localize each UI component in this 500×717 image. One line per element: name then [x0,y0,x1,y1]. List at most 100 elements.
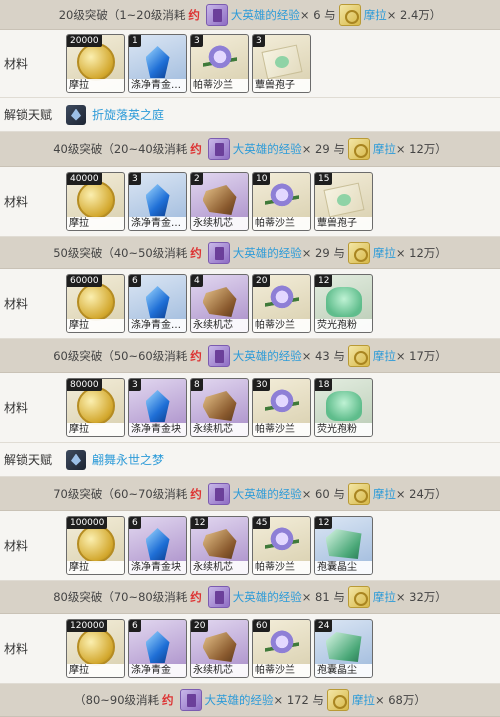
item-name: 帕蒂沙兰 [191,79,248,92]
mora-coin-icon [76,525,115,563]
item-quantity: 20000 [67,35,102,47]
material-list: 80000 摩拉 3 涤净青金块 8 永续机芯 30 帕蒂沙兰 18 荧光孢粉 [66,378,373,437]
material-item-flower[interactable]: 45 帕蒂沙兰 [252,516,311,575]
exp-count: × 29 与 [301,245,345,260]
material-item-crystal[interactable]: 3 涤净青金… [128,172,187,231]
exp-item-link[interactable]: 大英雄的经验 [233,486,302,502]
item-name: 摩拉 [67,561,124,574]
mora-icon [347,344,370,367]
material-item-mech-chip[interactable]: 20 永续机芯 [190,619,249,678]
talent-link[interactable]: 折旋落英之庭 [92,106,164,123]
material-item-flower[interactable]: 10 帕蒂沙兰 [252,172,311,231]
material-item-spore[interactable]: 15 蕈兽孢子 [314,172,373,231]
material-item-mora[interactable]: 100000 摩拉 [66,516,125,575]
materials-label: 材料 [4,297,29,311]
item-quantity: 12 [191,517,209,529]
mora-coin-icon [76,181,115,219]
header-prefix: 60级突破（50~60级消耗 [53,348,188,363]
item-quantity: 18 [315,379,333,391]
material-item-crystal[interactable]: 1 涤净青金… [128,34,187,93]
material-item-mora[interactable]: 80000 摩拉 [66,378,125,437]
mora-coin-icon [76,628,115,666]
material-item-mora[interactable]: 120000 摩拉 [66,619,125,678]
material-item-crystal[interactable]: 6 涤净青金块 [128,516,187,575]
material-item-mech-chip[interactable]: 2 永续机芯 [190,172,249,231]
mora-link[interactable]: 摩拉 [373,141,396,157]
mora-link[interactable]: 摩拉 [373,245,396,261]
materials-row-40: 材料 40000 摩拉 3 涤净青金… 2 永续机芯 10 帕蒂沙兰 15 蕈兽孢子 [0,167,500,237]
material-item-crystal[interactable]: 6 涤净青金 [128,619,187,678]
exp-item-link[interactable]: 大英雄的经验 [233,245,302,261]
material-item-mech-chip[interactable]: 4 永续机芯 [190,274,249,333]
crystal-dust-icon [325,632,362,662]
crystal-icon [145,286,170,318]
material-item-dust[interactable]: 24 孢囊晶尘 [314,619,373,678]
item-quantity: 6 [129,275,141,287]
material-item-spore[interactable]: 3 蕈兽孢子 [252,34,311,93]
item-quantity: 12 [315,517,333,529]
ascension-table: 20级突破（1~20级消耗 约 大英雄的经验 × 6 与 摩拉 × 2.4万） … [0,0,500,717]
crystal-icon [145,390,170,422]
item-name: 帕蒂沙兰 [253,664,310,677]
material-item-flower[interactable]: 30 帕蒂沙兰 [252,378,311,437]
mora-icon [347,482,370,505]
material-list: 40000 摩拉 3 涤净青金… 2 永续机芯 10 帕蒂沙兰 15 蕈兽孢子 [66,172,373,231]
exp-item-link[interactable]: 大英雄的经验 [231,7,300,23]
material-item-flower[interactable]: 60 帕蒂沙兰 [252,619,311,678]
item-name: 孢囊晶尘 [315,561,372,574]
exp-book-icon [179,689,202,711]
item-quantity: 12 [315,275,333,287]
talent-icon [66,449,86,470]
header-prefix: （80~90级消耗 [74,693,160,707]
material-item-mora[interactable]: 60000 摩拉 [66,274,125,333]
material-item-mora[interactable]: 40000 摩拉 [66,172,125,231]
talent-link[interactable]: 翩舞永世之梦 [92,451,164,468]
material-item-flower[interactable]: 3 帕蒂沙兰 [190,34,249,93]
spore-icon [322,182,365,218]
material-item-crystal[interactable]: 3 涤净青金块 [128,378,187,437]
item-quantity: 8 [191,379,203,391]
approx-label: 约 [190,590,202,604]
material-list: 60000 摩拉 6 涤净青金… 4 永续机芯 20 帕蒂沙兰 12 荧光孢粉 [66,274,373,333]
mora-amount: × 2.4万） [386,7,442,22]
exp-item-link[interactable]: 大英雄的经验 [233,348,302,364]
mora-icon [326,689,349,711]
item-name: 涤净青金… [129,319,186,332]
item-quantity: 3 [191,35,203,47]
crystal-icon [145,528,170,560]
exp-item-link[interactable]: 大英雄的经验 [233,589,302,605]
item-name: 涤净青金… [129,79,186,92]
materials-label: 材料 [4,539,29,553]
talent-label: 解锁天赋 [4,453,53,467]
item-name: 帕蒂沙兰 [253,561,310,574]
exp-item-link[interactable]: 大英雄的经验 [205,692,274,708]
mora-link[interactable]: 摩拉 [373,348,396,364]
ascension-header-90: （80~90级消耗 约 大英雄的经验 × 172 与 摩拉 × 68万） [0,684,500,717]
mora-link[interactable]: 摩拉 [352,692,375,708]
material-item-mech-chip[interactable]: 8 永续机芯 [190,378,249,437]
material-item-mech-chip[interactable]: 12 永续机芯 [190,516,249,575]
mora-link[interactable]: 摩拉 [373,486,396,502]
item-name: 孢囊晶尘 [315,664,372,677]
material-item-flower[interactable]: 20 帕蒂沙兰 [252,274,311,333]
ascension-header-60: 60级突破（50~60级消耗 约 大英雄的经验 × 43 与 摩拉 × 17万） [0,339,500,373]
materials-row-50: 材料 60000 摩拉 6 涤净青金… 4 永续机芯 20 帕蒂沙兰 12 荧光孢粉 [0,269,500,339]
mora-link[interactable]: 摩拉 [373,589,396,605]
material-item-powder[interactable]: 12 荧光孢粉 [314,274,373,333]
material-item-crystal[interactable]: 6 涤净青金… [128,274,187,333]
mora-amount: × 12万） [395,245,447,260]
exp-book-icon [207,241,230,264]
item-quantity: 3 [253,35,265,47]
talent-row-2: 解锁天赋 翩舞永世之梦 [0,443,500,477]
talent-row-1: 解锁天赋 折旋落英之庭 [0,98,500,132]
item-quantity: 60000 [67,275,102,287]
mora-link[interactable]: 摩拉 [364,7,387,23]
item-name: 永续机芯 [191,319,248,332]
item-name: 摩拉 [67,79,124,92]
material-item-powder[interactable]: 18 荧光孢粉 [314,378,373,437]
material-item-mora[interactable]: 20000 摩拉 [66,34,125,93]
exp-item-link[interactable]: 大英雄的经验 [233,141,302,157]
item-quantity: 3 [129,173,141,185]
materials-label: 材料 [4,57,29,71]
material-item-dust[interactable]: 12 孢囊晶尘 [314,516,373,575]
